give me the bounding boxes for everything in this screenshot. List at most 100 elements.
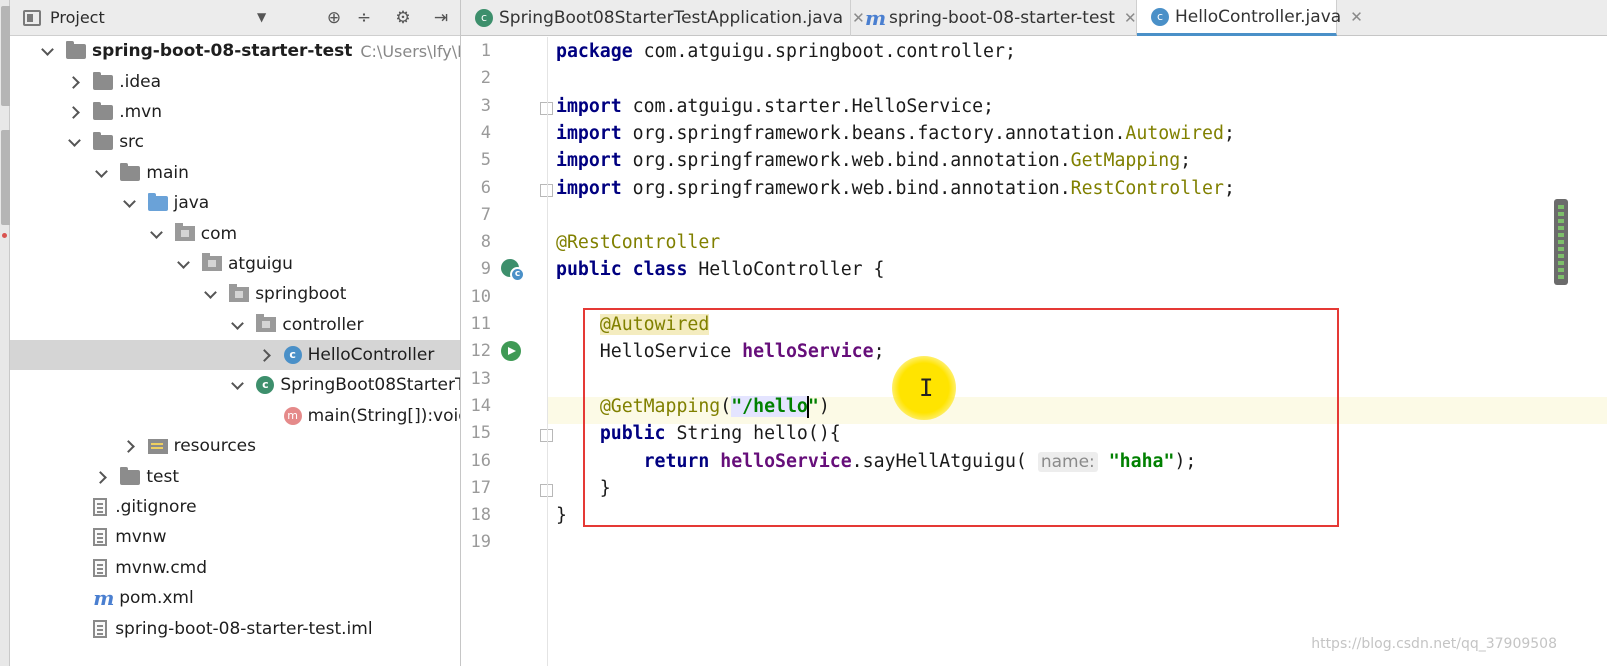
chevron-right-icon[interactable] — [122, 439, 136, 453]
code-token: class — [632, 259, 688, 281]
chevron-down-icon[interactable] — [122, 196, 136, 210]
tree-item[interactable]: m main(String[]):void — [10, 401, 460, 431]
chevron-right-icon[interactable] — [258, 348, 272, 362]
tree-item[interactable]: test — [10, 461, 460, 491]
tree-item-label: .gitignore — [115, 497, 197, 518]
line-number: 15 — [470, 423, 491, 444]
project-path: C:\Users\lfy\IdeaProj — [360, 41, 460, 61]
chevron-down-icon[interactable] — [176, 257, 190, 271]
gear-icon[interactable]: ⚙ — [392, 7, 414, 29]
chevron-right-icon[interactable] — [67, 75, 81, 89]
tree-item[interactable]: .idea — [10, 66, 460, 96]
tree-item[interactable]: controller — [10, 310, 460, 340]
editor-tab-label: SpringBoot08StarterTestApplication.java — [499, 8, 844, 28]
chevron-down-icon[interactable] — [94, 166, 108, 180]
tree-item[interactable]: spring-boot-08-starter-test C:\Users\lfy\… — [10, 36, 460, 66]
text-cursor-icon: I — [919, 374, 934, 402]
editor-tab[interactable]: m spring-boot-08-starter-test ✕ — [851, 0, 1137, 36]
chevron-down-icon[interactable] — [149, 227, 163, 241]
code-token: org.springframework.web.bind.annotation. — [621, 177, 1071, 199]
project-panel: Project ▼ ⊕ ÷ ⚙ ⇥ spring-boot-08-starter… — [10, 0, 461, 666]
code-token: org.springframework.beans.factory.annota… — [621, 122, 1126, 144]
code-line: @RestController — [556, 232, 720, 253]
code-token: @RestController — [556, 232, 721, 254]
code-token: ; — [1223, 177, 1235, 199]
code-token: Autowired — [1125, 122, 1224, 144]
maven-icon: m — [93, 586, 115, 611]
line-number: 11 — [470, 314, 491, 334]
tree-item[interactable]: m pom.xml — [10, 583, 460, 613]
tree-item[interactable]: main — [10, 158, 460, 188]
project-view-icon — [23, 9, 41, 26]
locate-icon[interactable]: ⊕ — [323, 7, 345, 29]
chevron-right-icon[interactable] — [67, 105, 81, 119]
chevron-down-icon[interactable] — [230, 378, 244, 392]
code-line: import org.springframework.web.bind.anno… — [556, 150, 1191, 171]
code-token: import — [556, 177, 622, 199]
collapse-all-icon[interactable]: ÷ — [353, 7, 375, 29]
editor-gutter: 1 2 3 4 5 6 7 8 9 10 11 12 13 14 15 16 17 18 19 c — [461, 37, 553, 666]
code-line: import org.springframework.beans.factory… — [556, 123, 1235, 144]
tree-item-label: spring-boot-08-starter-test — [92, 41, 353, 62]
tree-item-label: atguigu — [228, 253, 293, 274]
tree-item[interactable]: springboot — [10, 279, 460, 309]
editor-tab[interactable]: c SpringBoot08StarterTestApplication.java… — [461, 0, 865, 36]
tree-item[interactable]: resources — [10, 431, 460, 461]
package-icon — [202, 253, 222, 272]
tree-item[interactable]: c HelloController — [10, 339, 460, 371]
package-icon — [229, 283, 250, 302]
chevron-down-icon[interactable] — [203, 287, 217, 301]
editor-tab[interactable]: c HelloController.java ✕ — [1137, 0, 1363, 36]
class-icon: c — [1151, 7, 1169, 26]
watermark: https://blog.csdn.net/qq_37909508 — [1311, 636, 1557, 652]
code-token: ; — [1223, 122, 1235, 144]
tree-item[interactable]: java — [10, 188, 460, 218]
tree-item[interactable]: com — [10, 218, 460, 248]
tree-item[interactable]: atguigu — [10, 249, 460, 279]
chevron-down-icon[interactable]: ▼ — [257, 10, 266, 24]
tool-window-strip — [0, 0, 16, 666]
line-number: 10 — [470, 286, 491, 307]
line-number: 3 — [480, 95, 491, 116]
tree-item[interactable]: c SpringBoot08StarterTestA — [10, 370, 460, 400]
line-number: 13 — [470, 368, 491, 389]
line-number: 5 — [480, 150, 491, 171]
tree-item-label: mvnw — [115, 527, 167, 548]
tree-item[interactable]: mvnw.cmd — [10, 553, 460, 583]
file-icon — [93, 619, 108, 638]
chevron-down-icon[interactable] — [40, 44, 54, 58]
close-icon[interactable]: ✕ — [1124, 9, 1137, 27]
close-icon[interactable]: ✕ — [1350, 8, 1363, 26]
line-number: 19 — [470, 532, 491, 553]
editor-tab-label: HelloController.java — [1175, 6, 1342, 27]
code-editor[interactable]: 1 2 3 4 5 6 7 8 9 10 11 12 13 14 15 16 17 18 19 c package c… — [461, 37, 1607, 666]
chevron-down-icon[interactable] — [230, 318, 244, 332]
code-line: } — [556, 505, 567, 526]
maven-icon: m — [865, 6, 887, 30]
code-token: GetMapping — [1070, 150, 1181, 172]
tree-item[interactable]: src — [10, 127, 460, 157]
line-number: 9 — [480, 259, 491, 280]
method-icon: m — [283, 406, 302, 425]
folder-icon — [66, 41, 86, 60]
code-token: } — [556, 505, 567, 527]
tree-item-label: mvnw.cmd — [115, 557, 208, 578]
chevron-right-icon[interactable] — [94, 470, 108, 484]
chevron-down-icon[interactable] — [67, 135, 81, 149]
error-stripe-marker[interactable] — [1554, 199, 1568, 285]
package-icon — [174, 223, 195, 242]
tree-item-label: resources — [173, 436, 256, 457]
autowired-bean-icon[interactable] — [501, 341, 525, 365]
file-icon — [93, 498, 108, 517]
hide-panel-icon[interactable]: ⇥ — [430, 7, 452, 29]
run-spring-bean-icon[interactable]: c — [501, 259, 525, 283]
tree-item[interactable]: .gitignore — [10, 492, 460, 522]
tree-item[interactable]: .mvn — [10, 97, 460, 127]
resources-folder-icon — [147, 438, 168, 454]
tree-item[interactable]: mvnw — [10, 522, 460, 552]
project-panel-title[interactable]: Project — [50, 8, 105, 27]
notification-dot — [2, 233, 7, 238]
code-line: package com.atguigu.springboot.controlle… — [556, 41, 1016, 62]
tree-item[interactable]: spring-boot-08-starter-test.iml — [10, 613, 460, 643]
